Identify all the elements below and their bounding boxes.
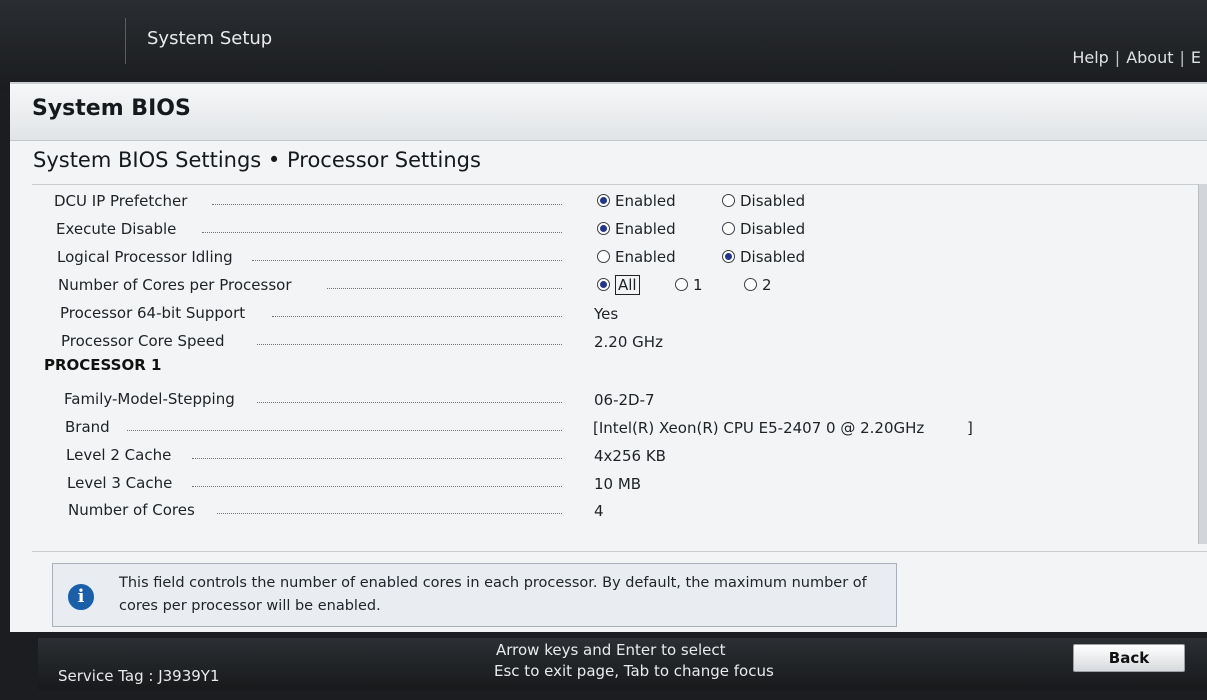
radio-selected-icon: [597, 278, 610, 291]
section-title-processor-1: PROCESSOR 1: [44, 356, 162, 374]
setting-row-64bit-support: Processor 64-bit Support Yes: [32, 302, 1202, 326]
dotted-leader: [272, 316, 562, 317]
radio-selected-icon: [722, 250, 735, 263]
dotted-leader: [127, 430, 562, 431]
info-label: Level 3 Cache: [67, 474, 179, 492]
back-button[interactable]: Back: [1073, 644, 1185, 672]
dotted-leader: [192, 486, 562, 487]
footer-bar: Service Tag : J3939Y1 Arrow keys and Ent…: [38, 638, 1207, 690]
dotted-leader: [192, 458, 562, 459]
dotted-leader: [217, 513, 562, 514]
setting-label: Processor 64-bit Support: [60, 304, 252, 322]
main-panel: System BIOS System BIOS Settings • Proce…: [10, 82, 1207, 632]
option-label: Disabled: [740, 192, 806, 210]
dotted-leader: [212, 204, 562, 205]
option-label: Disabled: [740, 220, 806, 238]
dotted-leader: [202, 232, 562, 233]
radio-selected-icon: [597, 222, 610, 235]
option-label: Enabled: [615, 248, 676, 266]
radio-execute-disabled[interactable]: Disabled: [722, 220, 805, 238]
info-row-number-of-cores: Number of Cores 4: [32, 499, 1202, 523]
dotted-leader: [252, 260, 562, 261]
setting-label: Processor Core Speed: [61, 332, 231, 350]
key-hint-select: Arrow keys and Enter to select: [496, 641, 726, 659]
radio-empty-icon: [722, 194, 735, 207]
option-label: All: [615, 275, 640, 295]
link-separator: |: [1179, 48, 1185, 67]
vendor-logo-area: [0, 18, 126, 64]
help-box: i This field controls the number of enab…: [52, 563, 897, 627]
setting-label: Execute Disable: [56, 220, 183, 238]
info-icon: i: [66, 582, 96, 612]
info-label: Level 2 Cache: [66, 446, 178, 464]
radio-dcu-disabled[interactable]: Disabled: [722, 192, 805, 210]
info-label: Family-Model-Stepping: [64, 390, 241, 408]
info-value: 4: [594, 502, 604, 520]
info-row-level-2-cache: Level 2 Cache 4x256 KB: [32, 444, 1202, 468]
page-title: System BIOS: [32, 96, 191, 121]
setting-label: Logical Processor Idling: [57, 248, 239, 266]
link-separator: |: [1114, 48, 1121, 67]
radio-cores-1[interactable]: 1: [675, 276, 703, 294]
setting-row-logical-processor-idling: Logical Processor Idling Enabled Disable…: [32, 246, 1202, 270]
dotted-leader: [257, 402, 562, 403]
info-row-family-model-stepping: Family-Model-Stepping 06-2D-7: [32, 388, 1202, 412]
top-links: Help | About | E: [1072, 48, 1201, 67]
setting-row-execute-disable: Execute Disable Enabled Disabled: [32, 218, 1202, 242]
option-label: Enabled: [615, 192, 676, 210]
info-value-bracket: ]: [967, 419, 973, 437]
breadcrumb: System BIOS Settings • Processor Setting…: [33, 148, 481, 172]
radio-empty-icon: [675, 278, 688, 291]
setting-row-core-speed: Processor Core Speed 2.20 GHz: [32, 330, 1202, 354]
info-value: 06-2D-7: [594, 391, 655, 409]
radio-cores-2[interactable]: 2: [744, 276, 772, 294]
top-bar: System Setup Help | About | E: [0, 0, 1207, 90]
service-tag: Service Tag : J3939Y1: [58, 667, 220, 685]
exit-link[interactable]: E: [1191, 48, 1201, 67]
option-label: 2: [762, 276, 772, 294]
dotted-leader: [257, 344, 562, 345]
radio-idling-enabled[interactable]: Enabled: [597, 248, 676, 266]
radio-empty-icon: [744, 278, 757, 291]
radio-dcu-enabled[interactable]: Enabled: [597, 192, 676, 210]
radio-execute-enabled[interactable]: Enabled: [597, 220, 676, 238]
setting-label: Number of Cores per Processor: [58, 276, 298, 294]
key-hint-exit: Esc to exit page, Tab to change focus: [494, 662, 774, 680]
about-link[interactable]: About: [1126, 48, 1173, 67]
info-value: 4x256 KB: [594, 447, 666, 465]
radio-cores-all[interactable]: All: [597, 275, 640, 295]
app-title: System Setup: [147, 28, 273, 49]
setting-row-dcu-ip-prefetcher: DCU IP Prefetcher Enabled Disabled: [32, 190, 1202, 214]
help-link[interactable]: Help: [1072, 48, 1108, 67]
setting-value: 2.20 GHz: [594, 333, 663, 351]
setting-label: DCU IP Prefetcher: [54, 192, 194, 210]
info-row-level-3-cache: Level 3 Cache 10 MB: [32, 472, 1202, 496]
info-value: [Intel(R) Xeon(R) CPU E5-2407 0 @ 2.20GH…: [593, 419, 925, 437]
settings-list: DCU IP Prefetcher Enabled Disabled Execu…: [32, 184, 1207, 552]
radio-empty-icon: [597, 250, 610, 263]
dotted-leader: [327, 288, 562, 289]
option-label: Disabled: [740, 248, 806, 266]
setting-row-cores-per-processor: Number of Cores per Processor All 1 2: [32, 274, 1202, 298]
vertical-scrollbar[interactable]: [1198, 184, 1207, 544]
radio-empty-icon: [722, 222, 735, 235]
setting-value: Yes: [594, 305, 619, 323]
info-label: Number of Cores: [68, 501, 201, 519]
info-value: 10 MB: [594, 475, 642, 493]
info-label: Brand: [65, 418, 116, 436]
help-text: This field controls the number of enable…: [119, 575, 867, 614]
option-label: 1: [693, 276, 703, 294]
radio-idling-disabled[interactable]: Disabled: [722, 248, 805, 266]
option-label: Enabled: [615, 220, 676, 238]
info-row-brand: Brand [Intel(R) Xeon(R) CPU E5-2407 0 @ …: [32, 416, 1202, 440]
radio-selected-icon: [597, 194, 610, 207]
